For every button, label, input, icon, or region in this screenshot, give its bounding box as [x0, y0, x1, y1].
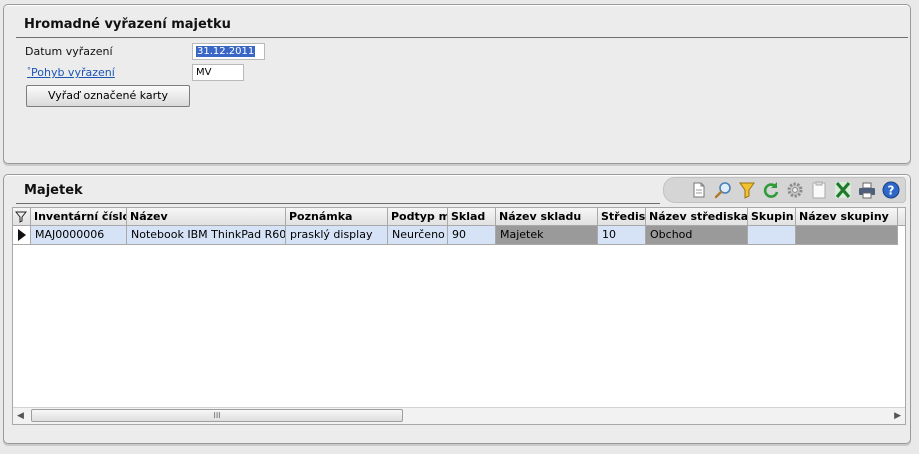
cell-note[interactable]: prasklý display — [286, 226, 388, 245]
search-icon[interactable] — [713, 180, 733, 200]
title-divider — [16, 37, 908, 38]
grid-toolbar: ? — [663, 177, 906, 203]
cell-warehouse[interactable]: 90 — [448, 226, 496, 245]
scrollbar-thumb[interactable]: III — [31, 409, 403, 422]
filter-icon[interactable] — [737, 180, 757, 200]
clipboard-icon[interactable] — [809, 180, 829, 200]
column-header-inventory-number[interactable]: Inventární číslo — [31, 208, 127, 226]
disposal-date-label: Datum vyřazení — [25, 45, 113, 58]
column-header-name[interactable]: Název — [127, 208, 286, 226]
svg-text:?: ? — [888, 184, 895, 198]
cell-inventory-number[interactable]: MAJ0000006 — [31, 226, 127, 245]
panel-title: Hromadné vyřazení majetku — [24, 17, 231, 32]
cell-center-name[interactable]: Obchod — [646, 226, 748, 245]
cell-subtype[interactable]: Neurčeno — [388, 226, 448, 245]
column-header-warehouse-name[interactable]: Název skladu — [496, 208, 598, 226]
panel-title: Majetek — [24, 183, 83, 198]
bulk-disposal-panel: Hromadné vyřazení majetku Datum vyřazení… — [3, 4, 911, 164]
column-header-group-name[interactable]: Název skupiny — [796, 208, 898, 226]
column-header-note[interactable]: Poznámka — [286, 208, 388, 226]
disposal-movement-field[interactable]: MV — [192, 64, 244, 81]
horizontal-scrollbar[interactable]: ◀ III ▶ — [13, 407, 905, 424]
column-header-center-name[interactable]: Název střediska — [646, 208, 748, 226]
cell-group-name[interactable] — [796, 226, 898, 245]
assets-grid: Inventární číslo Název Poznámka Podtyp m… — [12, 207, 906, 425]
title-divider — [16, 203, 660, 204]
assets-panel: Majetek ? Inventární číslo Název Poznámk… — [3, 174, 911, 444]
settings-icon[interactable] — [785, 180, 805, 200]
cell-group[interactable] — [748, 226, 796, 245]
cell-center[interactable]: 10 — [598, 226, 646, 245]
scroll-left-icon[interactable]: ◀ — [17, 411, 24, 421]
refresh-icon[interactable] — [761, 180, 781, 200]
discard-selected-cards-button[interactable]: Vyřaď označené karty — [26, 85, 190, 107]
cell-name[interactable]: Notebook IBM ThinkPad R60 — [127, 226, 286, 245]
row-selector-arrow-icon[interactable] — [13, 226, 31, 245]
print-icon[interactable] — [857, 180, 877, 200]
disposal-date-field[interactable]: 31.12.2011 — [192, 43, 265, 60]
column-header-group[interactable]: Skupin — [748, 208, 796, 226]
disposal-movement-link[interactable]: °Pohyb vyřazení — [27, 66, 115, 79]
cell-warehouse-name[interactable]: Majetek — [496, 226, 598, 245]
column-header-center[interactable]: Středis — [598, 208, 646, 226]
grid-filter-icon[interactable] — [13, 208, 31, 226]
column-header-filler — [898, 208, 905, 226]
new-document-icon[interactable] — [689, 180, 709, 200]
scroll-right-icon[interactable]: ▶ — [894, 411, 901, 421]
column-header-subtype[interactable]: Podtyp m — [388, 208, 448, 226]
excel-icon[interactable] — [833, 180, 853, 200]
column-header-warehouse[interactable]: Sklad — [448, 208, 496, 226]
help-icon[interactable]: ? — [881, 180, 901, 200]
